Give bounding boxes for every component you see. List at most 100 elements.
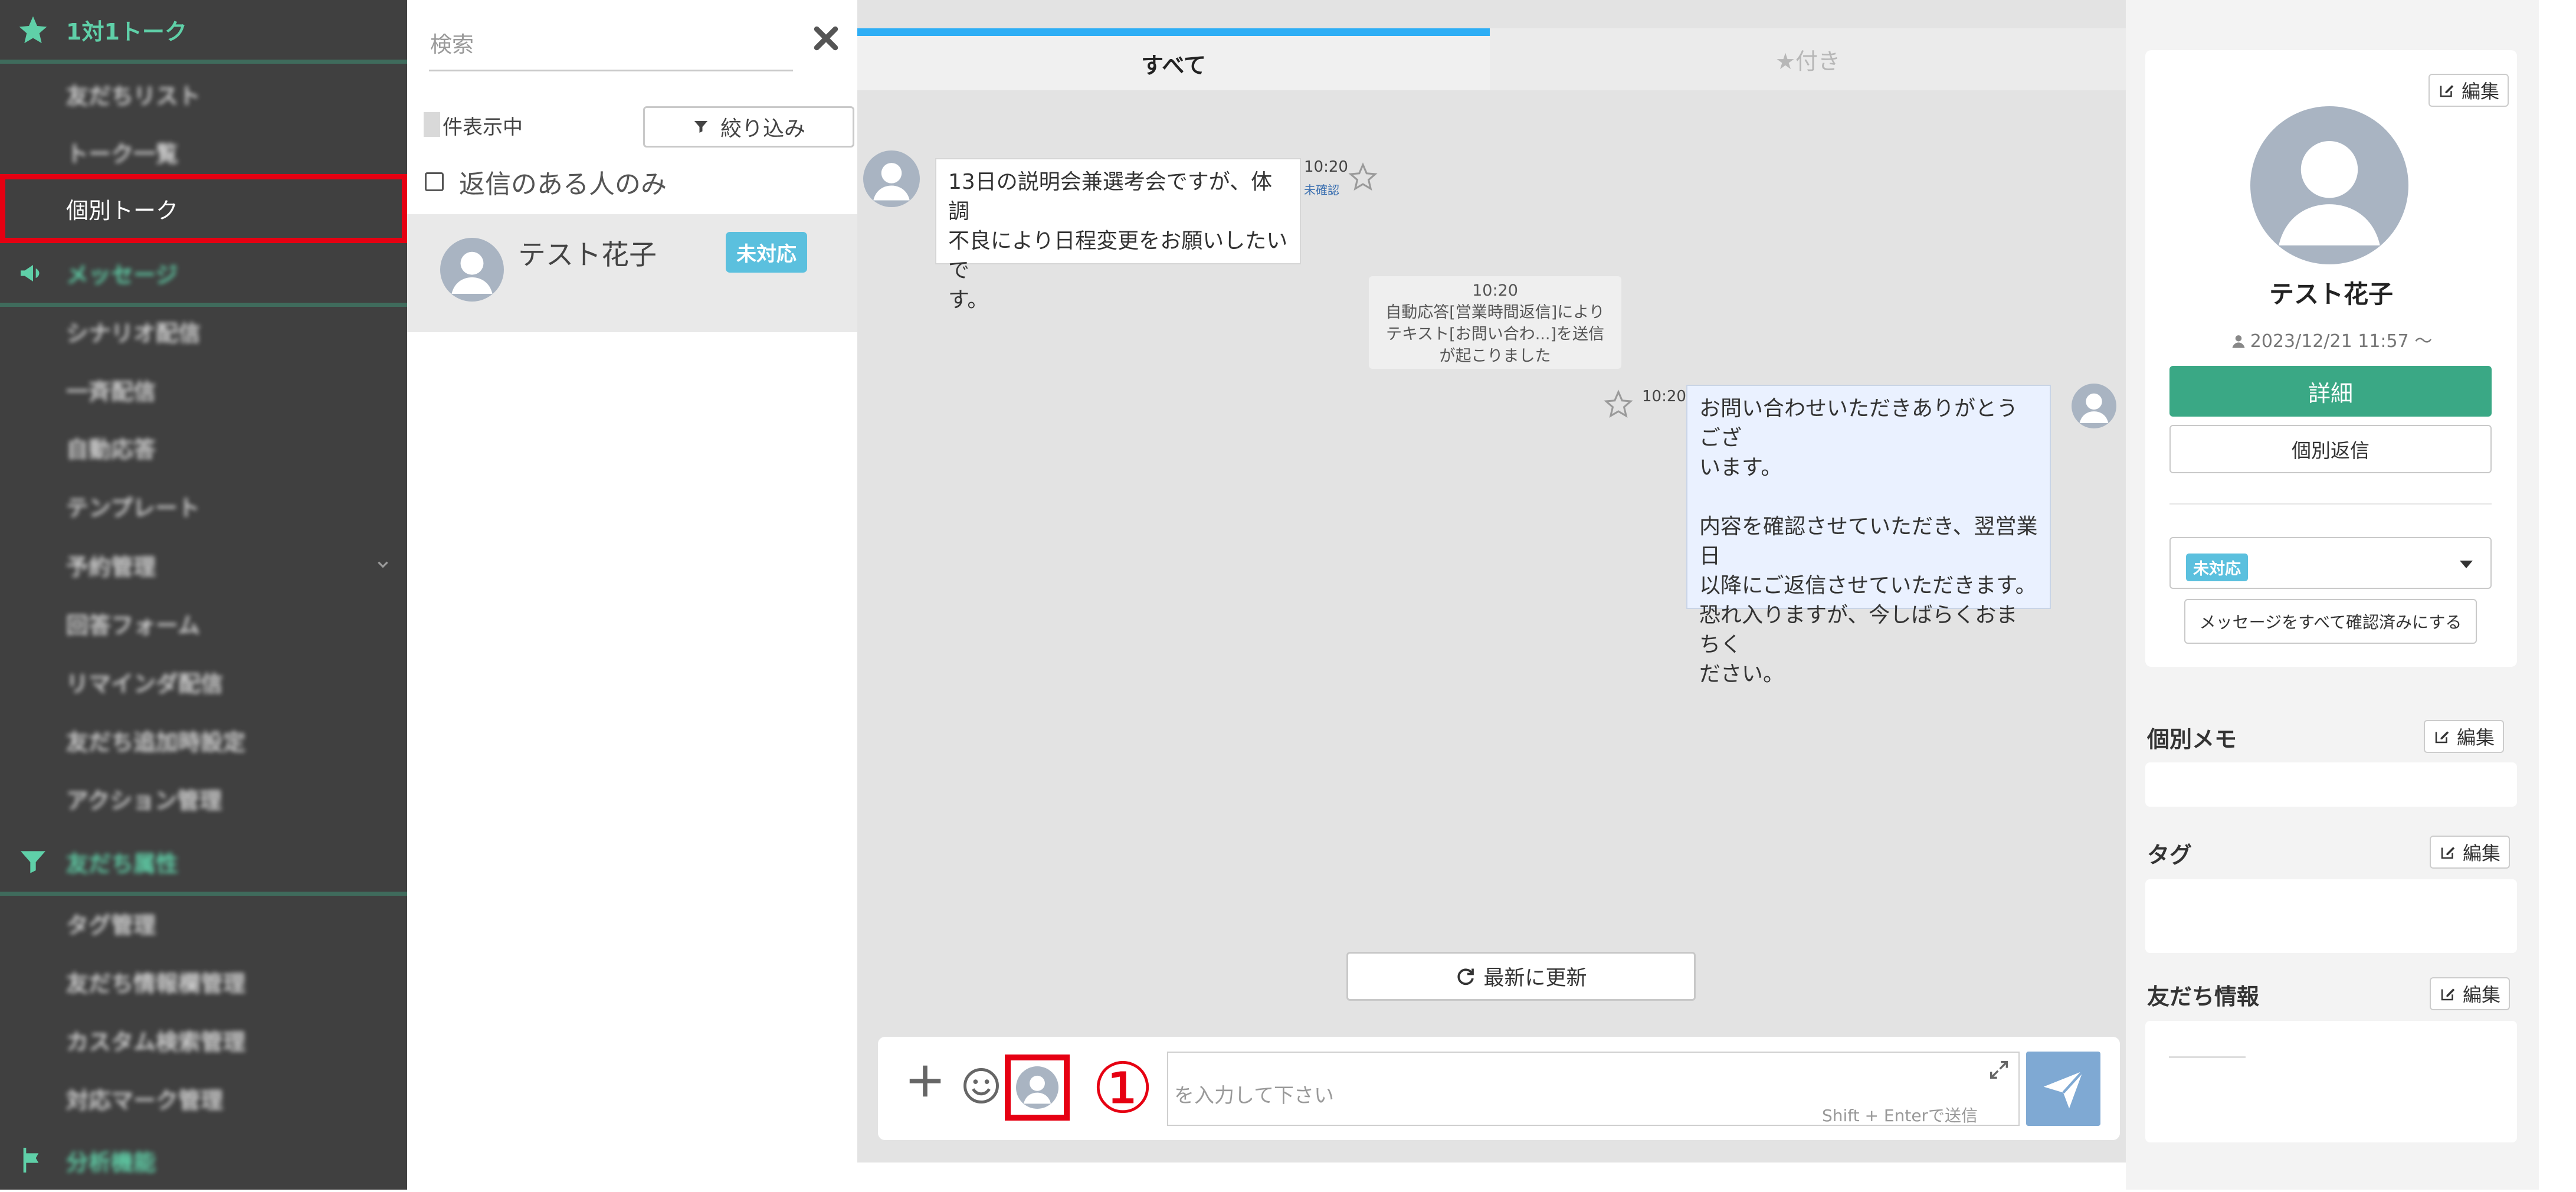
chevron-down-icon	[378, 561, 388, 568]
sidebar-item-label: 個別トーク	[66, 198, 179, 224]
sidebar-item-custom-search[interactable]: カスタム検索管理	[0, 1011, 407, 1069]
step-marker: ①	[1079, 1044, 1167, 1132]
reply-only-label: 返信のある人のみ	[459, 169, 667, 199]
sidebar-item-scenario[interactable]: シナリオ配信	[0, 302, 407, 360]
star-icon	[17, 14, 50, 47]
send-icon	[2043, 1070, 2084, 1109]
sidebar-item-tag-management[interactable]: タグ管理	[0, 894, 407, 952]
friend-name: テスト花子	[518, 239, 657, 271]
search-input[interactable]	[429, 24, 783, 65]
sidebar-item-label: 自動応答	[66, 436, 156, 463]
sidebar-group-label: メッセージ	[66, 262, 178, 288]
plus-icon[interactable]	[904, 1060, 946, 1102]
system-note-text: 自動応答[営業時間返信]により テキスト[お問い合わ...]を送信 が起こりまし…	[1385, 303, 1605, 365]
sidebar-group-message[interactable]: メッセージ	[0, 243, 407, 307]
sidebar-group-label: 1対1トーク	[66, 19, 187, 45]
tab-starred[interactable]: ★付き	[1490, 28, 2126, 90]
mark-all-read-button[interactable]: メッセージをすべて確認済みにする	[2184, 599, 2477, 644]
star-icon[interactable]	[1348, 162, 1378, 192]
profile-since-text: 2023/12/21 11:57 〜	[2250, 331, 2433, 352]
sidebar-item-individual-talk[interactable]: 個別トーク	[0, 174, 407, 243]
person-icon	[2232, 335, 2245, 348]
status-select[interactable]: 未対応	[2169, 537, 2492, 589]
flag-icon	[17, 1144, 50, 1177]
send-hint: Shift + Enterで送信	[1822, 1106, 1978, 1125]
edit-button-label: 編集	[2457, 726, 2495, 749]
profile-card: 編集 テスト花子 2023/12/21 11:57 〜 詳細 個別返信 未対応 …	[2145, 50, 2517, 667]
sidebar-item-label: アクション管理	[66, 787, 222, 814]
sidebar-item-action-management[interactable]: アクション管理	[0, 769, 407, 827]
filter-button-label: 絞り込み	[720, 117, 805, 141]
friend-info-edit-button[interactable]: 編集	[2430, 977, 2511, 1010]
friend-info-box	[2145, 1021, 2517, 1142]
sidebar-item-auto-reply[interactable]: 自動応答	[0, 418, 407, 476]
close-icon[interactable]	[810, 22, 842, 54]
avatar	[1016, 1066, 1058, 1109]
detail-button[interactable]: 詳細	[2169, 366, 2492, 417]
sidebar-item-answer-form[interactable]: 回答フォーム	[0, 594, 407, 652]
friend-list-panel: 件表示中 絞り込み 返信のある人のみ テスト花子 未対応	[407, 0, 857, 1190]
sidebar-group-label: 分析機能	[66, 1149, 156, 1175]
funnel-icon	[694, 121, 708, 133]
sidebar-item-template[interactable]: テンプレート	[0, 477, 407, 535]
divider	[2169, 1056, 2246, 1058]
sidebar-item-reservation[interactable]: 予約管理	[0, 536, 407, 594]
sidebar-item-label: タグ管理	[66, 912, 156, 938]
message-composer: ① Shift + Enterで送信	[878, 1037, 2120, 1140]
sidebar-item-friend-info-management[interactable]: 友だち情報欄管理	[0, 952, 407, 1010]
profile-since: 2023/12/21 11:57 〜	[2145, 326, 2517, 352]
tag-section-title: タグ	[2147, 842, 2192, 868]
sidebar-item-label: 回答フォーム	[66, 612, 200, 638]
edit-icon	[2435, 731, 2449, 744]
avatar	[440, 238, 504, 302]
individual-reply-button[interactable]: 個別返信	[2169, 425, 2492, 473]
star-icon[interactable]	[1604, 389, 1633, 419]
tag-box[interactable]	[2145, 879, 2517, 953]
memo-section-title: 個別メモ	[2147, 726, 2237, 752]
memo-edit-button[interactable]: 編集	[2424, 720, 2505, 753]
reply-only-checkbox[interactable]: 返信のある人のみ	[425, 163, 667, 201]
refresh-button-label: 最新に更新	[1483, 967, 1587, 990]
sidebar-group-friend-attributes[interactable]: 友だち属性	[0, 832, 407, 896]
friend-info-section-title: 友だち情報	[2147, 984, 2260, 1010]
memo-box[interactable]	[2145, 762, 2517, 807]
refresh-button[interactable]: 最新に更新	[1346, 952, 1696, 1001]
sidebar-item-response-mark[interactable]: 対応マーク管理	[0, 1069, 407, 1127]
filter-button[interactable]: 絞り込み	[643, 106, 854, 148]
sidebar-item-friend-list[interactable]: 友だちリスト	[0, 65, 407, 123]
friend-list-item[interactable]: テスト花子 未対応	[407, 214, 857, 332]
sidebar-item-friend-add-settings[interactable]: 友だち追加時設定	[0, 711, 407, 769]
sidebar-item-label: 予約管理	[66, 554, 156, 580]
sidebar-item-broadcast[interactable]: 一斉配信	[0, 361, 407, 418]
expand-icon[interactable]	[1987, 1058, 2011, 1082]
count-label: 件表示中	[443, 116, 523, 139]
sidebar-group-analytics[interactable]: 分析機能	[0, 1128, 407, 1192]
emoji-icon[interactable]	[962, 1066, 1001, 1105]
megaphone-icon	[17, 257, 50, 290]
sidebar: 1対1トーク 友だちリスト トーク一覧 個別トーク メッセージ シナリオ配信 一…	[0, 0, 407, 1190]
status-badge: 未対応	[2186, 554, 2248, 581]
checkbox-box[interactable]	[425, 172, 444, 191]
tab-all[interactable]: すべて	[857, 28, 1490, 90]
filter-icon	[17, 846, 50, 879]
avatar	[2072, 384, 2116, 428]
sidebar-group-label: 友だち属性	[66, 851, 179, 877]
sidebar-item-label: シナリオ配信	[66, 320, 201, 346]
sidebar-item-label: テンプレート	[66, 495, 200, 521]
sidebar-item-talk-list[interactable]: トーク一覧	[0, 123, 407, 181]
caret-down-icon	[2460, 561, 2473, 568]
profile-name: テスト花子	[2269, 280, 2393, 309]
sidebar-item-reminder[interactable]: リマインダ配信	[0, 653, 407, 710]
sender-avatar-button[interactable]	[1005, 1055, 1070, 1121]
sidebar-item-label: 一斉配信	[66, 378, 156, 405]
sidebar-item-label: 友だち追加時設定	[66, 729, 246, 755]
status-badge: 未対応	[726, 232, 807, 273]
system-note-time: 10:20	[1472, 281, 1518, 300]
tag-edit-button[interactable]: 編集	[2430, 836, 2511, 869]
chat-panel: すべて ★付き 13日の説明会兼選考会ですが、体調 不良により日程変更をお願いし…	[857, 0, 2126, 1162]
edit-button[interactable]: 編集	[2428, 74, 2509, 107]
sidebar-group-one-to-one-talk[interactable]: 1対1トーク	[0, 0, 407, 64]
send-button[interactable]	[2026, 1052, 2100, 1126]
sidebar-item-label: リマインダ配信	[66, 670, 224, 697]
message-bubble-outgoing: お問い合わせいただきありがとうござ います。 内容を確認させていただき、翌営業日…	[1686, 385, 2051, 686]
